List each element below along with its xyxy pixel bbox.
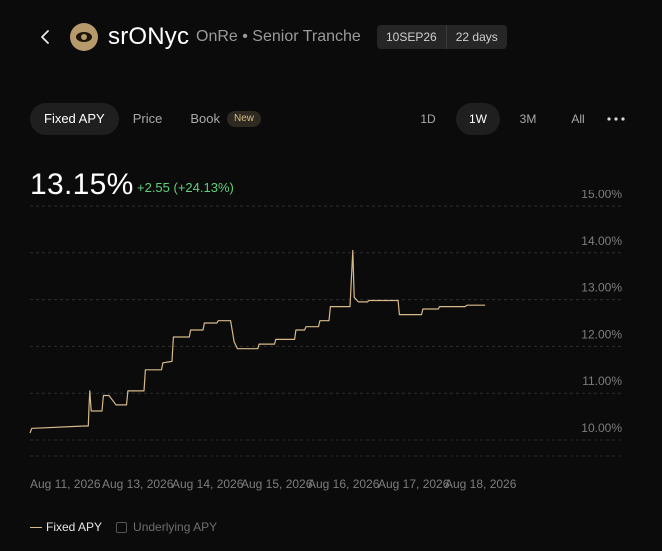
y-tick-label: 13.00% — [581, 281, 622, 295]
x-tick-label: Aug 17, 2026 — [378, 477, 450, 491]
tab-fixed-apy[interactable]: Fixed APY — [30, 103, 119, 135]
range-1w[interactable]: 1W — [456, 103, 500, 135]
eye-icon — [76, 32, 92, 42]
chevron-left-icon — [41, 30, 49, 44]
y-tick-label: 15.00% — [581, 190, 622, 201]
x-tick-label: Aug 14, 2026 — [172, 477, 244, 491]
more-dots-icon — [607, 117, 625, 121]
legend-fixed-apy[interactable]: Fixed APY — [30, 520, 102, 534]
legend-label: Fixed APY — [46, 520, 103, 534]
range-3m[interactable]: 3M — [506, 103, 550, 135]
range-all[interactable]: All — [556, 103, 600, 135]
range-1d[interactable]: 1D — [406, 103, 450, 135]
days-remaining-badge: 22 days — [445, 25, 507, 49]
x-tick-label: Aug 16, 2026 — [308, 477, 380, 491]
legend-underlying-apy[interactable]: Underlying APY — [116, 520, 217, 534]
back-button[interactable] — [34, 25, 56, 49]
tab-label: Book — [190, 111, 220, 126]
tab-label: Price — [132, 111, 163, 126]
x-tick-label: Aug 13, 2026 — [102, 477, 174, 491]
legend-label: Underlying APY — [133, 520, 218, 534]
header: srONyc OnRe • Senior Tranche 10SEP26 22 … — [0, 0, 662, 76]
y-tick-label: 14.00% — [581, 234, 622, 248]
tab-price[interactable]: Price — [119, 103, 177, 135]
line-swatch-icon — [30, 526, 42, 528]
tab-label: Fixed APY — [44, 111, 105, 126]
tab-book[interactable]: Book New — [176, 103, 275, 135]
new-badge: New — [226, 111, 261, 127]
more-options-button[interactable] — [604, 103, 628, 135]
fixed-apy-series-line — [29, 249, 485, 434]
maturity-date-badge: 10SEP26 — [386, 30, 437, 44]
y-tick-label: 11.00% — [582, 374, 622, 388]
metric-tabs: Fixed APY Price Book New — [30, 103, 275, 135]
y-tick-label: 10.00% — [581, 421, 622, 435]
x-tick-label: Aug 18, 2026 — [445, 477, 517, 491]
x-tick-label: Aug 11, 2026 — [30, 477, 101, 491]
token-logo — [70, 23, 98, 51]
x-tick-label: Aug 15, 2026 — [241, 477, 313, 491]
chart-legend: Fixed APY Underlying APY — [30, 520, 231, 534]
token-ticker: srONyc — [108, 23, 190, 50]
token-subtitle: OnRe • Senior Tranche — [196, 28, 361, 45]
y-tick-label: 12.00% — [581, 327, 622, 341]
time-range-selector: 1D 1W 3M All — [400, 103, 600, 135]
apy-line-chart[interactable]: 15.00% 14.00% 13.00% 12.00% 11.00% 10.00% Aug … — [0, 190, 662, 510]
maturity-badges: 10SEP26 22 days — [377, 25, 507, 49]
checkbox-icon — [116, 521, 128, 533]
